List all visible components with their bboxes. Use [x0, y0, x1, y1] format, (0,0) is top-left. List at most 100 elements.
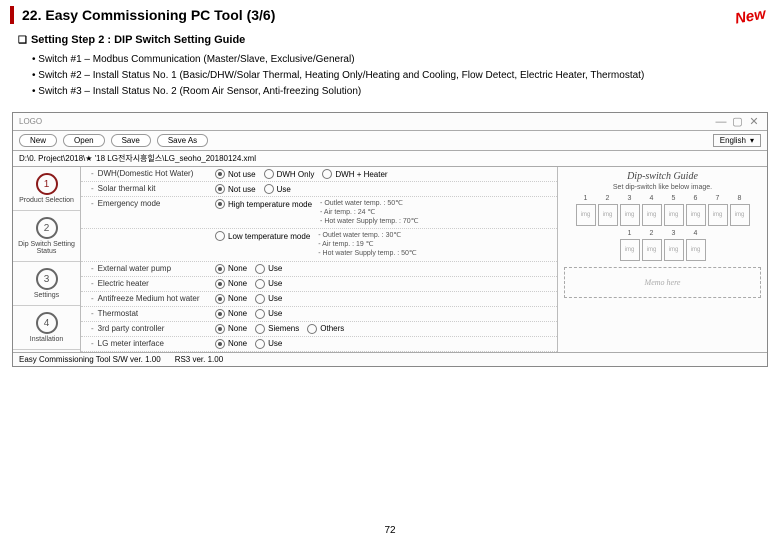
setting-label: DWH(Domestic Hot Water) — [98, 169, 194, 178]
option-label: Use — [268, 294, 282, 303]
radio-icon — [307, 324, 317, 334]
option-label: Not use — [228, 185, 256, 194]
dip-image: img — [708, 204, 728, 226]
radio-icon — [322, 169, 332, 179]
option[interactable]: Others — [307, 324, 344, 334]
option-label: Use — [268, 279, 282, 288]
sub-info: - Outlet water temp. : 50℃- Air temp. : … — [316, 199, 419, 226]
radio-icon — [255, 264, 265, 274]
dip-image: img — [642, 204, 662, 226]
option-label: Use — [268, 339, 282, 348]
option-label: None — [228, 294, 247, 303]
close-icon[interactable]: ✕ — [747, 115, 761, 128]
title-accent — [10, 6, 14, 24]
dip-image: img — [686, 204, 706, 226]
option[interactable]: None — [215, 264, 247, 274]
option-label: Siemens — [268, 324, 299, 333]
sub-info: - Outlet water temp. : 30℃- Air temp. : … — [314, 231, 417, 258]
dip-number: 4 — [686, 230, 706, 237]
setting-label: Electric heater — [98, 279, 149, 288]
radio-icon — [215, 339, 225, 349]
option[interactable]: Low temperature mode — [215, 231, 310, 241]
option[interactable]: None — [215, 339, 247, 349]
step-1[interactable]: 1Product Selection — [13, 167, 80, 211]
radio-icon — [255, 309, 265, 319]
dip-image: img — [598, 204, 618, 226]
option[interactable]: DWH Only — [264, 169, 315, 179]
setting-row: Low temperature mode - Outlet water temp.… — [81, 229, 557, 261]
option[interactable]: Not use — [215, 169, 256, 179]
dip-number: 7 — [708, 195, 728, 202]
option-label: Not use — [228, 170, 256, 179]
dip-number: 5 — [664, 195, 684, 202]
save-button[interactable]: Save — [111, 134, 151, 147]
radio-icon — [255, 339, 265, 349]
dip-number: 2 — [598, 195, 618, 202]
file-path: D:\0. Project\2018\★ '18 LG전자시흥힐스\LG_seo… — [13, 151, 767, 167]
option-label: Others — [320, 324, 344, 333]
setting-row: -Emergency modeHigh temperature mode- Ou… — [81, 197, 557, 229]
setting-label: Antifreeze Medium hot water — [98, 294, 200, 303]
setting-label: LG meter interface — [98, 339, 164, 348]
option-label: DWH + Heater — [335, 170, 387, 179]
option[interactable]: Not use — [215, 184, 256, 194]
setting-row: -LG meter interfaceNoneUse — [81, 337, 557, 352]
status-sw-version: Easy Commissioning Tool S/W ver. 1.00 — [19, 355, 161, 364]
option[interactable]: None — [215, 294, 247, 304]
radio-icon — [264, 169, 274, 179]
dip-image: img — [576, 204, 596, 226]
setting-label: Thermostat — [98, 309, 138, 318]
dip-image: img — [730, 204, 750, 226]
setting-row: -3rd party controllerNoneSiemensOthers — [81, 322, 557, 337]
app-logo: LOGO — [19, 117, 42, 126]
dip-image: img — [664, 204, 684, 226]
dip-number: 3 — [664, 230, 684, 237]
setting-row: -Solar thermal kitNot useUse — [81, 182, 557, 197]
radio-icon — [215, 264, 225, 274]
dip-image: img — [620, 204, 640, 226]
radio-icon — [255, 279, 265, 289]
memo-area[interactable]: Memo here — [564, 267, 761, 298]
chevron-down-icon: ▾ — [750, 136, 754, 145]
app-window: LOGO — ▢ ✕ New Open Save Save As English… — [12, 112, 768, 367]
option[interactable]: Use — [255, 264, 282, 274]
step-3[interactable]: 3Settings — [13, 262, 80, 306]
option[interactable]: None — [215, 324, 247, 334]
radio-icon — [215, 324, 225, 334]
option[interactable]: High temperature mode — [215, 199, 312, 209]
step-sidebar: 1Product Selection2Dip Switch Setting St… — [13, 167, 81, 352]
option[interactable]: None — [215, 279, 247, 289]
step-4[interactable]: 4Installation — [13, 306, 80, 350]
step-2[interactable]: 2Dip Switch Setting Status — [13, 211, 80, 262]
minimize-icon[interactable]: — — [714, 116, 728, 128]
option-label: Low temperature mode — [228, 232, 310, 241]
option[interactable]: Siemens — [255, 324, 299, 334]
saveas-button[interactable]: Save As — [157, 134, 208, 147]
open-button[interactable]: Open — [63, 134, 105, 147]
step-label: Dip Switch Setting Status — [15, 241, 78, 255]
option-label: Use — [268, 309, 282, 318]
page-title: 22. Easy Commissioning PC Tool (3/6) — [22, 7, 275, 23]
option[interactable]: DWH + Heater — [322, 169, 387, 179]
new-button[interactable]: New — [19, 134, 57, 147]
radio-icon — [215, 184, 225, 194]
maximize-icon[interactable]: ▢ — [730, 115, 744, 128]
option[interactable]: Use — [255, 294, 282, 304]
option[interactable]: Use — [255, 339, 282, 349]
setting-row: -External water pumpNoneUse — [81, 262, 557, 277]
radio-icon — [215, 294, 225, 304]
option-label: None — [228, 279, 247, 288]
option[interactable]: Use — [255, 279, 282, 289]
bullet-item: • Switch #3 – Install Status No. 2 (Room… — [32, 84, 762, 100]
bullet-item: • Switch #1 – Modbus Communication (Mast… — [32, 52, 762, 68]
option[interactable]: Use — [255, 309, 282, 319]
step-circle: 3 — [36, 268, 58, 290]
option[interactable]: Use — [264, 184, 291, 194]
setting-row: -DWH(Domestic Hot Water)Not useDWH OnlyD… — [81, 167, 557, 182]
option[interactable]: None — [215, 309, 247, 319]
dip-number: 8 — [730, 195, 750, 202]
dip-image: img — [664, 239, 684, 261]
language-select[interactable]: English▾ — [713, 134, 761, 147]
option-label: None — [228, 324, 247, 333]
setting-label: Emergency mode — [98, 199, 161, 208]
